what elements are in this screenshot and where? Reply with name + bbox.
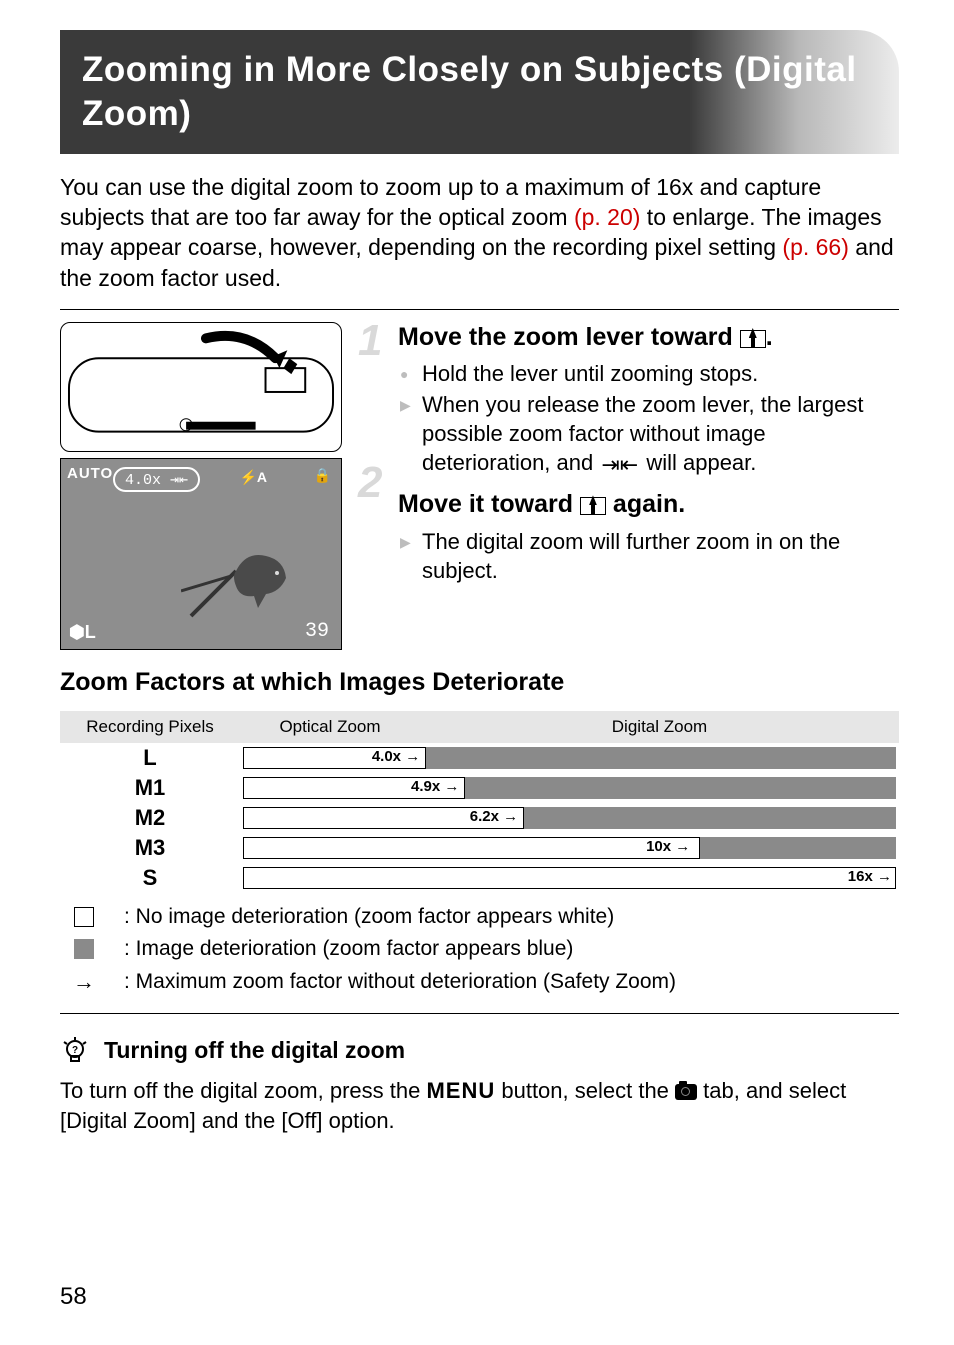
zoom-bar-cell: 6.2x → xyxy=(240,803,899,833)
zoom-factor-label: 16x → xyxy=(848,868,892,885)
tip-heading: Turning off the digital zoom xyxy=(104,1037,405,1064)
lcd-screenshot: AUTO 4.0x ⇥⇤ ⚡A 🔒 ⬢L 39 xyxy=(60,458,342,650)
page-number: 58 xyxy=(60,1283,87,1311)
step-1-bullet-2-post: will appear. xyxy=(640,450,756,475)
zoom-factor-label: 4.9x → xyxy=(411,778,459,795)
zoom-bar-safe xyxy=(243,867,896,889)
zoom-bar-cell: 16x → xyxy=(240,863,899,893)
step-2-heading-post: again. xyxy=(606,490,685,518)
zoom-factors-table: Recording Pixels Optical Zoom Digital Zo… xyxy=(60,711,899,893)
legend-white-text: : No image deterioration (zoom factor ap… xyxy=(124,905,614,929)
table-row: L 4.0x → xyxy=(60,743,899,773)
legend-white-swatch xyxy=(74,907,94,927)
recording-pixels-cell: M3 xyxy=(60,833,240,863)
tip-text: To turn off the digital zoom, press the … xyxy=(60,1076,899,1135)
zoom-bar-cell: 10x → xyxy=(240,833,899,863)
page-ref-20[interactable]: (p. 20) xyxy=(574,204,640,230)
steps-area: 1 2 AUTO 4.0x ⇥⇤ ⚡A � xyxy=(60,322,899,650)
th-optical-zoom: Optical Zoom xyxy=(240,711,420,743)
step-2-bullet-1: The digital zoom will further zoom in on… xyxy=(400,527,899,585)
divider xyxy=(60,309,899,310)
th-digital-zoom: Digital Zoom xyxy=(420,711,899,743)
lcd-shots-remaining: 39 xyxy=(305,620,329,643)
divider xyxy=(60,1013,899,1014)
zoom-factors-heading: Zoom Factors at which Images Deteriorate xyxy=(60,668,899,697)
legend: : No image deterioration (zoom factor ap… xyxy=(60,905,899,995)
zoom-bar-track: 4.9x → xyxy=(243,777,896,799)
tip-text-mid: button, select the xyxy=(495,1078,675,1103)
lcd-size-label: ⬢L xyxy=(69,622,96,643)
zoom-bar-icon: ⇥⇤ xyxy=(599,450,640,479)
step-2-heading-pre: Move it toward xyxy=(398,490,580,518)
svg-text:?: ? xyxy=(72,1045,78,1056)
zoom-bar-safe xyxy=(243,837,700,859)
tip-header: ? Turning off the digital zoom xyxy=(60,1036,899,1066)
table-row: M3 10x → xyxy=(60,833,899,863)
step-1-heading-pre: Move the zoom lever toward xyxy=(398,323,740,351)
recording-pixels-cell: S xyxy=(60,863,240,893)
tip-text-pre: To turn off the digital zoom, press the xyxy=(60,1078,426,1103)
lcd-auto-label: AUTO xyxy=(67,465,113,482)
bird-silhouette xyxy=(181,531,301,621)
page-ref-66[interactable]: (p. 66) xyxy=(782,234,848,260)
zoom-bar-track: 16x → xyxy=(243,867,896,889)
zoom-factor-label: 6.2x → xyxy=(470,808,518,825)
recording-pixels-cell: M2 xyxy=(60,803,240,833)
step-1-bullet-1: Hold the lever until zooming stops. xyxy=(400,359,899,388)
legend-arrow: → : Maximum zoom factor without deterior… xyxy=(60,969,899,995)
legend-gray: : Image deterioration (zoom factor appea… xyxy=(60,937,899,961)
zoom-bar-track: 4.0x → xyxy=(243,747,896,769)
legend-arrow-symbol: → xyxy=(73,969,95,995)
zoom-bar-cell: 4.9x → xyxy=(240,773,899,803)
legend-white: : No image deterioration (zoom factor ap… xyxy=(60,905,899,929)
legend-gray-swatch xyxy=(74,939,94,959)
lcd-zoom-badge: 4.0x ⇥⇤ xyxy=(113,467,200,492)
lightbulb-icon: ? xyxy=(60,1036,90,1066)
camera-tab-icon xyxy=(675,1084,697,1100)
telephoto-icon xyxy=(580,497,606,515)
lcd-stabilizer-icon: 🔒 xyxy=(314,467,331,484)
page-title: Zooming in More Closely on Subjects (Dig… xyxy=(82,48,877,136)
zoom-bar-cell: 4.0x → xyxy=(240,743,899,773)
step-1-number: 1 xyxy=(358,316,382,366)
zoom-bar-track: 6.2x → xyxy=(243,807,896,829)
th-recording-pixels: Recording Pixels xyxy=(60,711,240,743)
camera-svg xyxy=(67,328,335,446)
menu-button-word: MENU xyxy=(426,1078,495,1103)
legend-gray-text: : Image deterioration (zoom factor appea… xyxy=(124,937,573,961)
step-2-heading: Move it toward again. xyxy=(398,489,899,520)
table-row: M1 4.9x → xyxy=(60,773,899,803)
zoom-factor-label: 4.0x → xyxy=(372,748,420,765)
page-title-banner: Zooming in More Closely on Subjects (Dig… xyxy=(60,30,899,154)
step-1-bullet-2: When you release the zoom lever, the lar… xyxy=(400,390,899,479)
recording-pixels-cell: L xyxy=(60,743,240,773)
step-1-heading-post: . xyxy=(766,323,773,351)
step-1: AUTO 4.0x ⇥⇤ ⚡A 🔒 ⬢L 39 Move the zoom le… xyxy=(60,322,899,650)
intro-paragraph: You can use the digital zoom to zoom up … xyxy=(60,172,899,293)
step-1-heading: Move the zoom lever toward . xyxy=(398,322,899,353)
telephoto-icon xyxy=(740,330,766,348)
recording-pixels-cell: M1 xyxy=(60,773,240,803)
legend-arrow-text: : Maximum zoom factor without deteriorat… xyxy=(124,970,676,994)
camera-top-illustration xyxy=(60,322,342,452)
step-2-number: 2 xyxy=(358,458,382,508)
lcd-flash-icon: ⚡A xyxy=(239,469,267,486)
table-row: M2 6.2x → xyxy=(60,803,899,833)
lcd-zoom-value: 4.0x xyxy=(125,472,161,489)
zoom-factor-label: 10x → xyxy=(646,838,690,855)
table-row: S 16x → xyxy=(60,863,899,893)
zoom-bar-track: 10x → xyxy=(243,837,896,859)
